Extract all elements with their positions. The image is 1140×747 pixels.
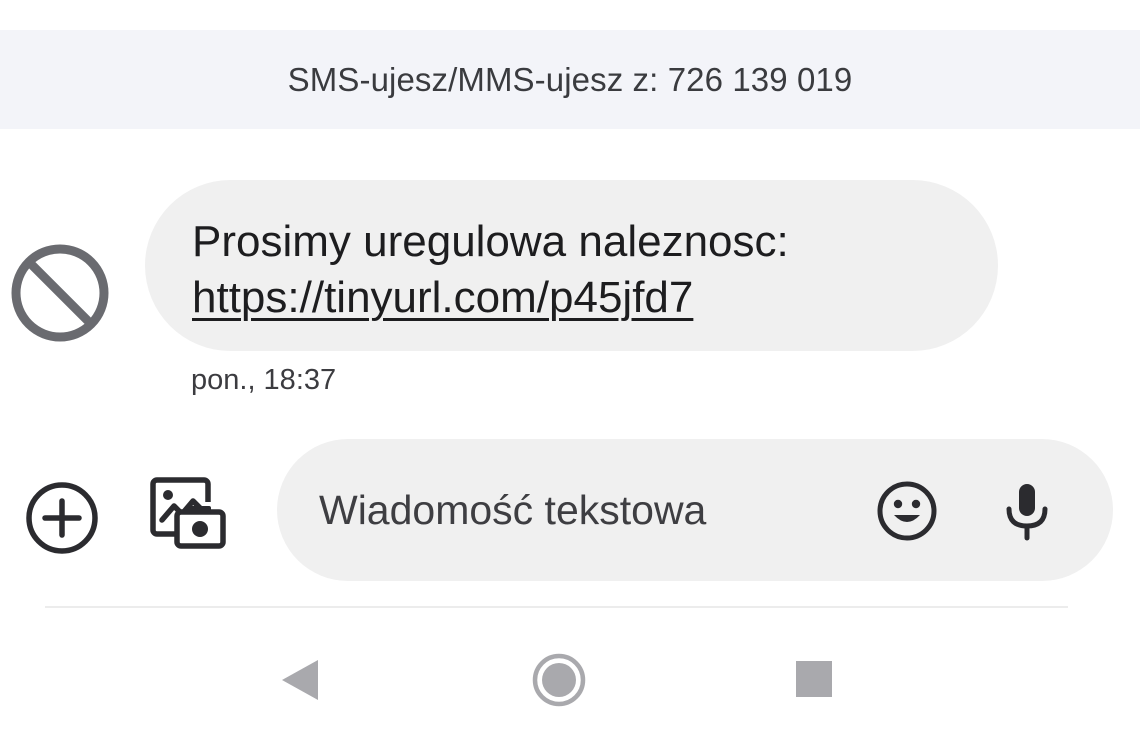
message-text: Prosimy uregulowa naleznosc: xyxy=(192,217,789,266)
emoji-icon[interactable] xyxy=(875,479,939,543)
recents-icon[interactable] xyxy=(795,660,833,698)
message-bubble[interactable]: Prosimy uregulowa naleznosc: https://tin… xyxy=(145,180,998,351)
compose-field[interactable]: Wiadomość tekstowa xyxy=(277,439,1113,581)
message-input[interactable]: Wiadomość tekstowa xyxy=(319,439,706,581)
divider xyxy=(45,606,1068,608)
sender-label: SMS-ujesz/MMS-ujesz z: 726 139 019 xyxy=(287,60,853,98)
message-timestamp: pon., 18:37 xyxy=(191,364,337,396)
microphone-icon[interactable] xyxy=(995,479,1059,543)
blocked-icon xyxy=(11,244,109,342)
back-icon[interactable] xyxy=(278,656,322,704)
sender-banner: SMS-ujesz/MMS-ujesz z: 726 139 019 xyxy=(0,30,1140,129)
home-icon[interactable] xyxy=(531,652,587,708)
add-circle-icon[interactable] xyxy=(22,478,102,558)
top-strip xyxy=(0,0,1140,30)
message-link[interactable]: https://tinyurl.com/p45jfd7 xyxy=(192,270,693,326)
messages-screen: SMS-ujesz/MMS-ujesz z: 726 139 019 Prosi… xyxy=(0,0,1140,747)
gallery-camera-icon[interactable] xyxy=(146,474,228,554)
